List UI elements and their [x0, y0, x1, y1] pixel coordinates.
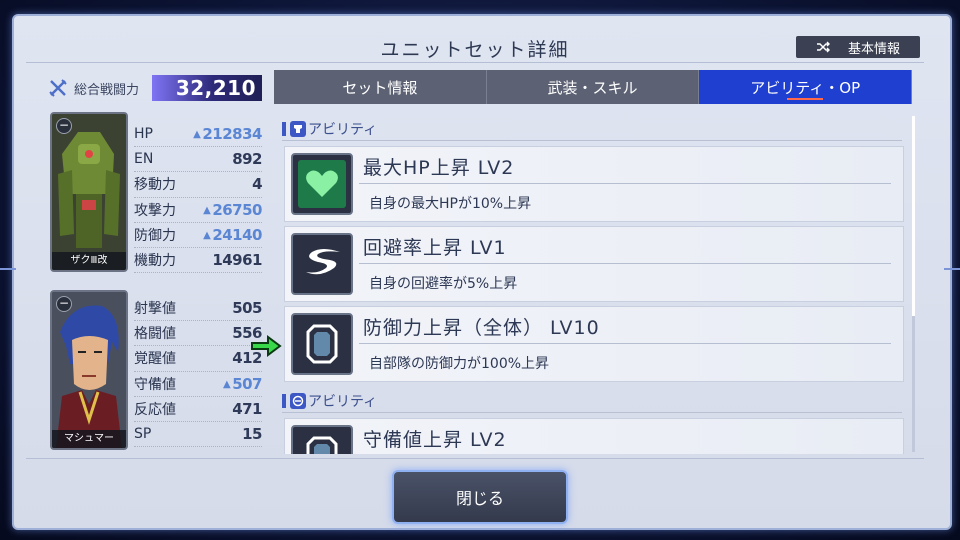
stat-label: 防御力 — [134, 227, 176, 244]
stat-value: 24140 — [203, 226, 262, 244]
stat-label: EN — [134, 151, 154, 168]
pilot-portrait[interactable]: − マシュマー — [50, 290, 128, 450]
active-tab-indicator — [787, 98, 824, 100]
ability-desc: 自身の回避率が5%上昇 — [369, 276, 518, 292]
stat-label: 格闘値 — [134, 326, 176, 343]
stat-row: 機動力 14961 — [134, 248, 262, 274]
stat-label: 機動力 — [134, 253, 176, 270]
stat-value: 507 — [223, 375, 262, 393]
stat-row: 防御力 24140 — [134, 223, 262, 248]
shield-icon — [291, 313, 353, 375]
stat-label: HP — [134, 126, 153, 143]
footer-divider — [26, 458, 924, 459]
stat-row: 覚醒値 412 — [134, 346, 262, 372]
frame-edge-mark — [0, 268, 16, 270]
ability-list[interactable]: アビリティ 最大HP上昇 LV2 自身の最大HPが10%上昇 回避率上昇 LV1… — [282, 114, 908, 454]
stat-label: 守備値 — [134, 376, 176, 393]
stat-label: 移動力 — [134, 177, 176, 194]
stat-value: 4 — [252, 175, 262, 194]
section-bar — [282, 122, 286, 136]
stat-label: 反応値 — [134, 401, 176, 418]
close-label: 閉じる — [455, 489, 504, 508]
stat-row: 反応値 471 — [134, 397, 262, 422]
stat-row: 射撃値 505 — [134, 296, 262, 322]
combat-power-value: 32,210 — [152, 75, 262, 101]
pilot-name: マシュマー — [52, 430, 126, 448]
stat-row: 移動力 4 — [134, 172, 262, 198]
tab-set-info[interactable]: セット情報 — [274, 70, 487, 104]
unit-icon — [290, 121, 306, 137]
stat-row: HP 212834 — [134, 122, 262, 148]
tab-label: アビリティ・OP — [750, 78, 861, 97]
scrollbar-thumb[interactable] — [912, 116, 915, 316]
ability-card[interactable]: 守備値上昇 LV2 — [284, 418, 904, 454]
divider — [359, 183, 891, 184]
stat-value: 892 — [232, 150, 262, 169]
tab-label: セット情報 — [342, 78, 418, 97]
unit-name: ザクⅢ改 — [52, 252, 126, 270]
stat-row: 守備値 507 — [134, 372, 263, 397]
cursor-arrow-icon — [251, 335, 282, 357]
ability-card[interactable]: 最大HP上昇 LV2 自身の最大HPが10%上昇 — [284, 146, 904, 222]
stat-value: 26750 — [203, 201, 262, 219]
frame-edge-mark — [944, 268, 960, 270]
tab-weapons-skills[interactable]: 武装・スキル — [486, 70, 700, 104]
title-bar: ユニットセット詳細 基本情報 — [26, 32, 924, 63]
stat-label: 射撃値 — [134, 301, 176, 318]
section-bar — [282, 394, 286, 408]
pilot-stats: 射撃値 505 格闘値556覚醒値412 守備値 507 反応値 471 SP 15 — [134, 296, 263, 448]
crossed-swords-icon — [49, 79, 67, 97]
heart-icon — [291, 153, 353, 215]
ability-card[interactable]: 回避率上昇 LV1 自身の回避率が5%上昇 — [284, 226, 904, 302]
section-label: アビリティ — [308, 122, 378, 138]
stat-label: 覚醒値 — [134, 351, 176, 368]
remove-pilot-icon[interactable]: − — [56, 296, 72, 312]
ability-title: 回避率上昇 LV1 — [363, 237, 507, 259]
close-button[interactable]: 閉じる — [392, 470, 568, 524]
divider — [359, 263, 891, 264]
ability-desc: 自身の最大HPが10%上昇 — [369, 196, 532, 212]
pilot-icon — [290, 393, 306, 409]
stat-row: SP 15 — [134, 422, 262, 448]
stat-row: EN 892 — [134, 147, 262, 173]
section-header-unit-ability: アビリティ — [282, 118, 902, 141]
tab-label: 武装・スキル — [547, 78, 638, 97]
basic-info-button[interactable]: 基本情報 — [796, 36, 920, 58]
stat-value: 15 — [242, 425, 262, 444]
section-label: アビリティ — [308, 394, 378, 410]
shield-icon — [291, 425, 353, 454]
divider — [359, 343, 891, 344]
stat-label: 攻撃力 — [134, 202, 176, 219]
stat-label: SP — [134, 426, 152, 443]
tab-bar: セット情報 武装・スキル アビリティ・OP — [274, 70, 913, 104]
page-title: ユニットセット詳細 — [380, 39, 570, 61]
swoosh-icon — [291, 233, 353, 295]
ability-title: 最大HP上昇 LV2 — [363, 157, 515, 179]
section-header-pilot-ability: アビリティ — [282, 390, 902, 413]
unit-portrait[interactable]: − ザクⅢ改 — [50, 112, 128, 272]
stat-row: 格闘値 556 — [134, 321, 262, 347]
ability-card[interactable]: 防御力上昇（全体） LV10 自部隊の防御力が100%上昇 — [284, 306, 904, 382]
stat-value: 14961 — [212, 251, 262, 270]
ability-title: 防御力上昇（全体） LV10 — [363, 317, 600, 339]
combat-power-label-group: 総合戦闘力 — [48, 78, 139, 98]
unit-stats: HP 212834 EN 892 移動力 4 攻撃力 26750 防御力 24140 機動力 1496… — [134, 122, 262, 274]
basic-info-label: 基本情報 — [847, 41, 900, 57]
combat-power-label: 総合戦闘力 — [74, 82, 140, 98]
remove-unit-icon[interactable]: − — [56, 118, 72, 134]
stat-value: 505 — [232, 299, 262, 318]
tab-ability-op[interactable]: アビリティ・OP — [699, 70, 913, 104]
ability-desc: 自部隊の防御力が100%上昇 — [369, 356, 550, 372]
stat-value: 212834 — [193, 125, 262, 143]
shuffle-icon — [816, 41, 830, 53]
stat-value: 471 — [232, 399, 262, 418]
pilot-image — [52, 292, 126, 448]
stat-row: 攻撃力 26750 — [134, 198, 262, 223]
mobile-suit-image — [52, 114, 126, 270]
ability-title: 守備値上昇 LV2 — [363, 429, 507, 451]
